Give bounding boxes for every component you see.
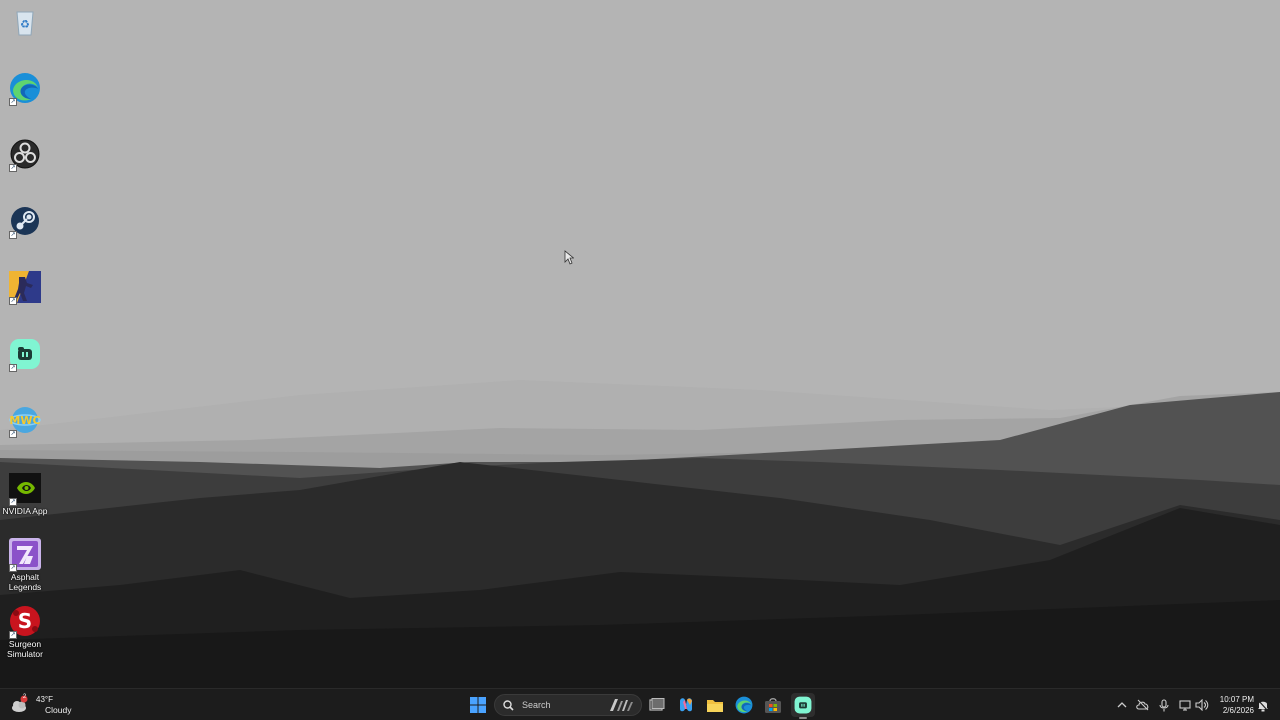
search-highlight-doodle-icon <box>610 699 633 711</box>
windows-logo-icon <box>470 697 486 713</box>
clock-date: 2/6/2026 <box>1222 706 1254 715</box>
nvidia-icon: ↗ <box>9 472 41 506</box>
network-tray-button[interactable] <box>1178 698 1192 712</box>
weather-alert-badge: 2 <box>22 694 27 700</box>
microphone-icon <box>1159 698 1169 711</box>
chevron-up-icon <box>1117 702 1127 708</box>
steam-icon: ↗ <box>9 205 41 239</box>
volume-tray-button[interactable] <box>1195 698 1209 712</box>
search-placeholder: Search <box>522 700 551 710</box>
mouse-pointer-icon <box>564 250 574 265</box>
show-hidden-icons-button[interactable] <box>1115 698 1129 712</box>
folder-icon <box>707 699 723 712</box>
weather-condition: Cloudy <box>45 704 72 715</box>
edge-icon: ↗ <box>9 72 41 106</box>
surgeon-simulator-icon: S ↗ <box>9 605 41 639</box>
streamlabs-taskbar-button[interactable] <box>791 693 815 717</box>
obs-shortcut[interactable]: ↗ <box>0 138 50 172</box>
desktop-wallpaper <box>0 0 1280 688</box>
svg-text:MWC: MWC <box>9 414 40 427</box>
obs-icon: ↗ <box>9 138 41 172</box>
edge-shortcut[interactable]: ↗ <box>0 72 50 106</box>
edge-icon <box>735 696 753 714</box>
surgeon-simulator-shortcut[interactable]: S ↗ Surgeon Simulator <box>0 605 50 659</box>
copilot-button[interactable] <box>674 693 698 717</box>
asphalt-legends-label: Asphalt Legends <box>8 572 42 592</box>
steam-shortcut[interactable]: ↗ <box>0 205 50 239</box>
task-view-button[interactable] <box>645 693 669 717</box>
microsoft-store-button[interactable] <box>761 693 785 717</box>
store-icon <box>765 697 781 713</box>
taskbar-clock[interactable]: 10:07 PM 2/6/2026 <box>1210 694 1254 716</box>
svg-text:S: S <box>18 609 32 633</box>
network-icon <box>1178 700 1191 711</box>
clock-time: 10:07 PM <box>1219 695 1254 704</box>
counter-strike-icon: ↗ <box>9 271 41 305</box>
weather-temperature: 43°F <box>36 694 53 704</box>
edge-taskbar-button[interactable] <box>732 693 756 717</box>
desktop-icon-column: ♻ ↗ ↗ ↗ ↗ ↗ MWC ↗ ↗ NVIDIA App ↗ Asphalt… <box>0 0 50 688</box>
mwc-shortcut[interactable]: MWC ↗ <box>0 404 50 438</box>
streamlabs-shortcut[interactable]: ↗ <box>0 338 50 372</box>
onedrive-tray-button[interactable] <box>1136 698 1150 712</box>
nvidia-app-shortcut[interactable]: ↗ NVIDIA App <box>0 472 50 516</box>
counter-strike-shortcut[interactable]: ↗ <box>0 271 50 305</box>
nvidia-app-label: NVIDIA App <box>2 506 48 516</box>
surgeon-simulator-label: Surgeon Simulator <box>7 639 43 659</box>
active-app-indicator <box>799 717 807 719</box>
streamlabs-icon <box>794 696 812 714</box>
recycle-bin-shortcut[interactable]: ♻ <box>0 6 50 38</box>
asphalt-legends-icon: ↗ <box>9 538 41 572</box>
asphalt-legends-shortcut[interactable]: ↗ Asphalt Legends <box>0 538 50 592</box>
file-explorer-button[interactable] <box>703 693 727 717</box>
copilot-icon <box>680 698 692 712</box>
streamlabs-icon: ↗ <box>9 338 41 372</box>
microphone-tray-button[interactable] <box>1157 698 1171 712</box>
start-button[interactable] <box>466 693 490 717</box>
svg-text:♻: ♻ <box>20 18 30 31</box>
cloud-off-icon <box>1136 699 1149 711</box>
cloudy-weather-icon: 2 <box>10 694 30 715</box>
weather-widget[interactable]: 2 43°F Cloudy <box>10 693 72 717</box>
taskbar-search-box[interactable]: Search <box>494 694 642 716</box>
taskbar: 2 43°F Cloudy Search 10:07 PM 2/6/2026 <box>0 688 1280 720</box>
task-view-icon <box>649 698 665 711</box>
notifications-button[interactable] <box>1256 698 1270 712</box>
search-icon <box>503 699 514 711</box>
mwc-icon: MWC ↗ <box>9 404 41 438</box>
recycle-bin-icon: ♻ <box>9 6 41 38</box>
notification-bell-icon <box>1257 699 1269 711</box>
speaker-icon <box>1195 699 1209 711</box>
